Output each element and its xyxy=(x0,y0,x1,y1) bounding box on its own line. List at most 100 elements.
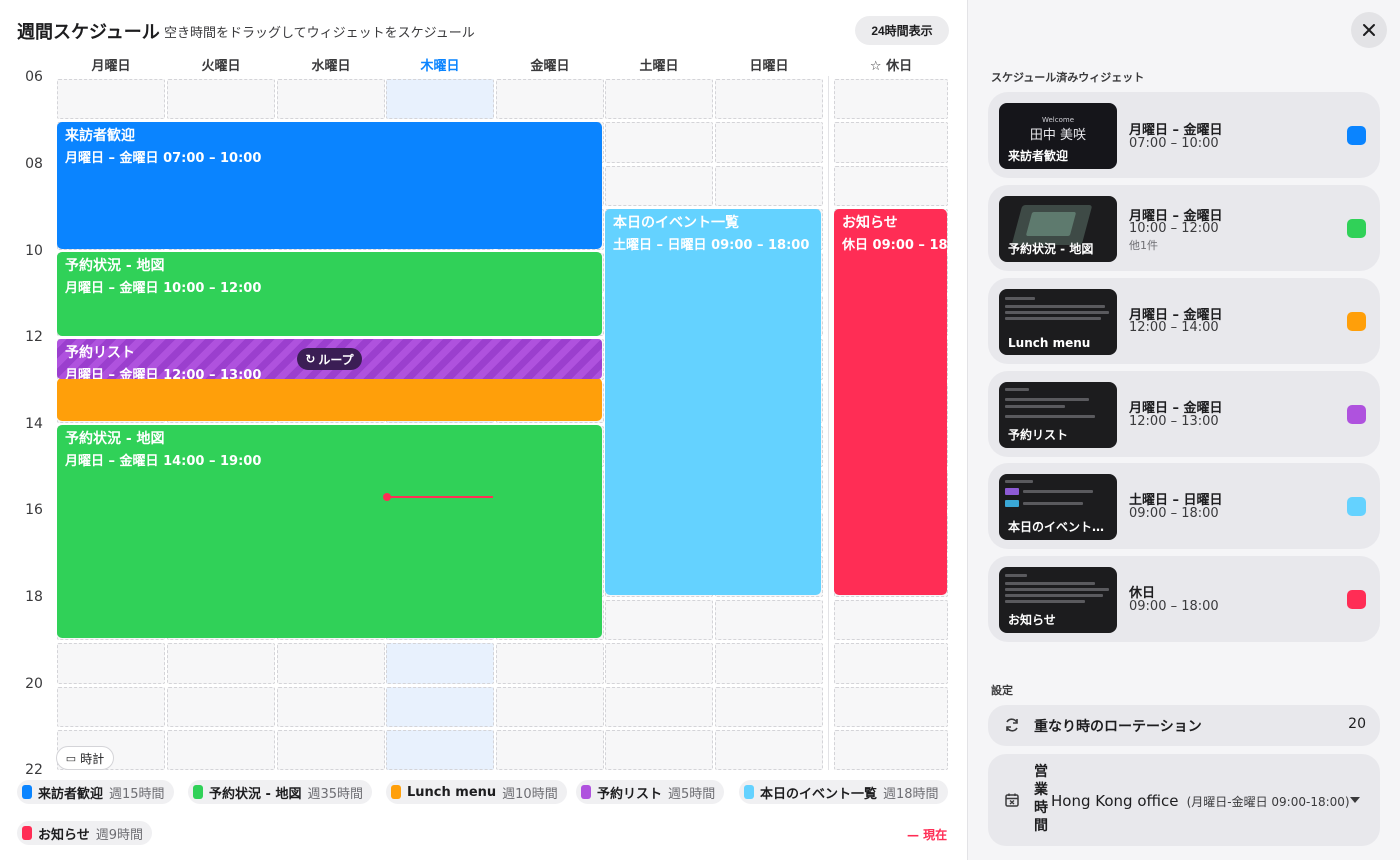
time-slot[interactable] xyxy=(167,730,275,771)
widget-hours: 07:00 – 10:00 xyxy=(1129,136,1219,151)
time-slot[interactable] xyxy=(834,686,948,727)
time-slot[interactable] xyxy=(715,122,823,163)
time-slot[interactable] xyxy=(57,686,165,727)
time-slot[interactable] xyxy=(605,643,713,684)
time-slot[interactable] xyxy=(715,643,823,684)
time-slot[interactable] xyxy=(277,79,385,120)
widget-extra: 他1件 xyxy=(1129,239,1158,252)
settings-title: 設定 xyxy=(991,684,1013,697)
time-slot[interactable] xyxy=(834,643,948,684)
business-hours-value: Hong Kong office xyxy=(1051,792,1179,810)
event-block[interactable]: 予約状況 - 地図 月曜日 – 金曜日 10:00 – 12:00 xyxy=(57,252,602,336)
time-slot[interactable] xyxy=(386,79,494,120)
widget-card[interactable]: Welcome 田中 美咲 来訪者歓迎 月曜日 – 金曜日 07:00 – 10… xyxy=(988,92,1380,178)
business-hours-setting[interactable]: 営業時間 Hong Kong office (月曜日-金曜日 09:00-18:… xyxy=(988,754,1380,846)
legend-item[interactable]: 来訪者歓迎 週15時間 xyxy=(17,780,174,804)
event-block[interactable]: 来訪者歓迎 月曜日 – 金曜日 07:00 – 10:00 xyxy=(57,122,602,249)
thumb-name: 田中 美咲 xyxy=(1029,128,1087,143)
business-hours-detail: (月曜日-金曜日 09:00-18:00) xyxy=(1186,795,1350,809)
time-slot[interactable] xyxy=(277,686,385,727)
event-time: 休日 09:00 – 18:00 xyxy=(842,238,947,253)
time-slot[interactable] xyxy=(834,79,948,120)
event-time: 月曜日 – 金曜日 10:00 – 12:00 xyxy=(65,281,262,296)
legend-swatch xyxy=(581,785,591,799)
widget-card[interactable]: Lunch menu 月曜日 – 金曜日 12:00 – 14:00 xyxy=(988,278,1380,364)
widget-color-swatch[interactable] xyxy=(1347,405,1366,424)
loop-icon: ↻ xyxy=(305,352,316,366)
time-slot[interactable] xyxy=(834,165,948,207)
day-header-thu: 木曜日 xyxy=(420,59,460,74)
time-slot[interactable] xyxy=(386,730,494,771)
event-block[interactable]: 本日のイベント一覧 土曜日 – 日曜日 09:00 – 18:00 xyxy=(605,209,821,595)
day-header-holiday: ☆ 休日 xyxy=(869,59,913,74)
time-slot[interactable] xyxy=(715,599,823,641)
time-slot[interactable] xyxy=(715,79,823,120)
time-slot[interactable] xyxy=(715,730,823,771)
time-slot[interactable] xyxy=(605,730,713,771)
thumb-label: 予約状況 - 地図 xyxy=(1008,242,1094,256)
event-block[interactable] xyxy=(57,378,602,421)
business-hours-select[interactable]: Hong Kong office (月曜日-金曜日 09:00-18:00) xyxy=(1051,791,1350,810)
current-time-dot xyxy=(383,493,391,501)
time-slot[interactable] xyxy=(167,79,275,120)
time-slot[interactable] xyxy=(834,730,948,771)
rotation-setting[interactable]: 重なり時のローテーション 20 xyxy=(988,705,1380,746)
hour-label: 06 xyxy=(25,69,43,85)
widget-color-swatch[interactable] xyxy=(1347,312,1366,331)
legend-item[interactable]: Lunch menu 週10時間 xyxy=(386,780,567,804)
loop-badge[interactable]: ↻ ループ xyxy=(297,348,362,370)
widget-card[interactable]: 予約状況 - 地図 月曜日 – 金曜日 10:00 – 12:00 他1件 xyxy=(988,185,1380,271)
widget-card[interactable]: 本日のイベント… 土曜日 – 日曜日 09:00 – 18:00 xyxy=(988,463,1380,549)
time-slot[interactable] xyxy=(496,79,604,120)
legend-item[interactable]: 本日のイベント一覧 週18時間 xyxy=(739,780,948,804)
day-header-wed: 水曜日 xyxy=(311,59,351,74)
time-slot[interactable] xyxy=(277,730,385,771)
thumb-label: お知らせ xyxy=(1008,613,1056,627)
time-slot[interactable] xyxy=(167,686,275,727)
legend-hours: 週9時間 xyxy=(95,827,144,843)
time-slot[interactable] xyxy=(167,643,275,684)
time-slot[interactable] xyxy=(834,599,948,641)
widget-color-swatch[interactable] xyxy=(1347,590,1366,609)
clock-button[interactable]: ▭ 時計 xyxy=(56,746,114,770)
event-title: 本日のイベント一覧 xyxy=(613,215,739,231)
time-slot[interactable] xyxy=(277,643,385,684)
legend-item[interactable]: 予約状況 - 地図 週35時間 xyxy=(188,780,372,804)
scheduled-widgets-title: スケジュール済みウィジェット xyxy=(991,71,1145,84)
widget-color-swatch[interactable] xyxy=(1347,219,1366,238)
toggle-24h-button[interactable]: 24時間表示 xyxy=(855,16,949,45)
time-slot[interactable] xyxy=(496,730,604,771)
time-slot[interactable] xyxy=(386,686,494,727)
widget-color-swatch[interactable] xyxy=(1347,497,1366,516)
time-slot[interactable] xyxy=(57,79,165,120)
widget-card[interactable]: 予約リスト 月曜日 – 金曜日 12:00 – 13:00 xyxy=(988,371,1380,457)
chevron-down-icon[interactable] xyxy=(1350,797,1360,803)
event-time: 土曜日 – 日曜日 09:00 – 18:00 xyxy=(613,238,810,253)
legend-swatch xyxy=(391,785,401,799)
business-hours-label: 営業時間 xyxy=(1034,764,1048,834)
time-slot[interactable] xyxy=(715,686,823,727)
event-block[interactable]: 予約状況 - 地図 月曜日 – 金曜日 14:00 – 19:00 xyxy=(57,425,602,638)
widget-hours: 12:00 – 13:00 xyxy=(1129,414,1219,429)
time-slot[interactable] xyxy=(605,599,713,641)
widget-card[interactable]: お知らせ 休日 09:00 – 18:00 xyxy=(988,556,1380,642)
time-slot[interactable] xyxy=(57,643,165,684)
time-slot[interactable] xyxy=(386,643,494,684)
time-slot[interactable] xyxy=(605,165,713,207)
thumb-label: 予約リスト xyxy=(1008,428,1069,442)
time-slot[interactable] xyxy=(605,122,713,163)
close-button[interactable] xyxy=(1351,12,1387,48)
rotation-value[interactable]: 20 xyxy=(1348,716,1366,732)
widget-color-swatch[interactable] xyxy=(1347,126,1366,145)
time-slot[interactable] xyxy=(715,165,823,207)
event-time: 月曜日 – 金曜日 07:00 – 10:00 xyxy=(65,151,262,166)
time-slot[interactable] xyxy=(834,122,948,163)
thumb-welcome: Welcome xyxy=(1041,116,1075,124)
time-slot[interactable] xyxy=(605,686,713,727)
legend-item[interactable]: 予約リスト 週5時間 xyxy=(576,780,725,804)
time-slot[interactable] xyxy=(605,79,713,120)
event-block[interactable]: お知らせ 休日 09:00 – 18:00 xyxy=(834,209,947,595)
time-slot[interactable] xyxy=(496,643,604,684)
legend-item[interactable]: お知らせ 週9時間 xyxy=(17,821,153,845)
time-slot[interactable] xyxy=(496,686,604,727)
